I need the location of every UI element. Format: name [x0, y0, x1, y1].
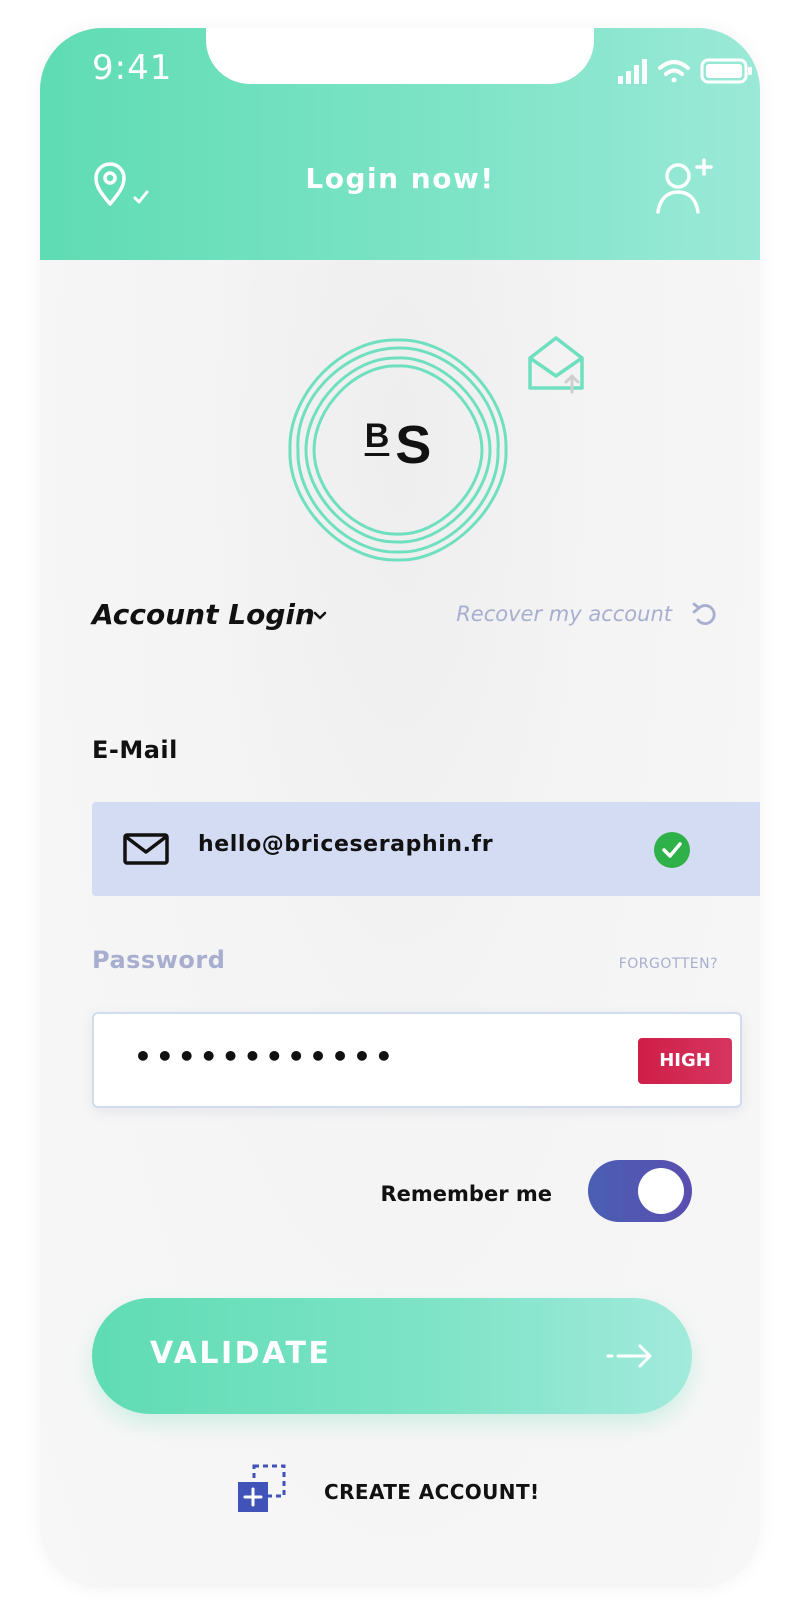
validate-button[interactable]: VALIDATE	[92, 1298, 692, 1414]
chevron-down-icon[interactable]	[310, 606, 330, 626]
device-notch	[206, 28, 594, 84]
battery-icon	[700, 58, 752, 84]
mail-upload-icon	[528, 336, 584, 394]
validate-label: VALIDATE	[150, 1336, 332, 1371]
login-content: BS Account Login Recover my account E-Ma…	[40, 260, 760, 1588]
recover-account-link[interactable]: Recover my account	[456, 602, 672, 626]
phone-screen: 9:41 Login now! B S Account Login Recove…	[40, 28, 760, 1588]
password-strength-badge: HIGH	[638, 1038, 732, 1084]
remember-me-label: Remember me	[380, 1182, 553, 1206]
add-user-icon	[656, 158, 713, 214]
header-title: Login now!	[305, 162, 495, 195]
undo-icon[interactable]	[690, 600, 718, 628]
toggle-knob	[638, 1168, 684, 1214]
arrow-right-icon	[604, 1340, 656, 1372]
status-icons	[610, 54, 760, 88]
remember-me-toggle[interactable]	[588, 1160, 692, 1222]
email-value[interactable]: hello@briceseraphin.fr	[198, 832, 493, 857]
create-account-label: CREATE ACCOUNT!	[324, 1480, 540, 1504]
forgot-password-link[interactable]: FORGOTTEN?	[619, 956, 718, 972]
password-label: Password	[92, 946, 226, 974]
mail-icon	[122, 832, 170, 866]
logo-monogram-small: B	[364, 417, 390, 455]
create-account-button[interactable]: CREATE ACCOUNT!	[236, 1460, 576, 1520]
logo-monogram: BS	[280, 414, 516, 476]
logo-monogram-large: S	[395, 415, 432, 475]
app-header: 9:41 Login now!	[40, 28, 760, 260]
account-login-title[interactable]: Account Login	[92, 598, 315, 631]
brand-logo: BS	[280, 332, 516, 568]
mail-upload-button[interactable]	[522, 330, 592, 400]
status-time: 9:41	[92, 48, 173, 88]
add-user-button[interactable]	[654, 156, 718, 216]
email-field[interactable]: hello@briceseraphin.fr	[92, 802, 760, 896]
password-value[interactable]: ••••••••••••	[134, 1040, 397, 1073]
check-icon	[654, 832, 690, 868]
create-account-icon	[236, 1464, 288, 1516]
wifi-icon	[658, 60, 690, 83]
account-login-row: Account Login Recover my account	[92, 598, 718, 642]
signal-icon	[618, 59, 647, 84]
password-field[interactable]: •••••••••••• HIGH	[92, 1012, 742, 1108]
email-label: E-Mail	[92, 736, 178, 764]
